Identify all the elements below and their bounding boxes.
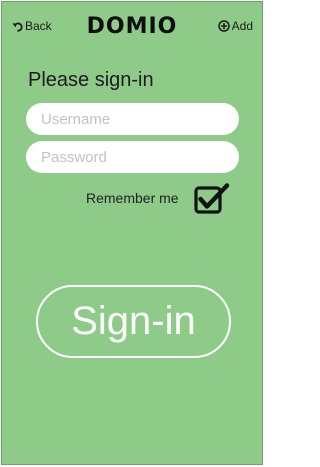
remember-me-label: Remember me — [86, 190, 179, 206]
checkbox-checked-icon — [194, 183, 230, 214]
sign-in-button[interactable]: Sign-in — [36, 285, 231, 358]
login-screen: Back DOMIO Add Please sign-in Remember m… — [1, 1, 263, 465]
add-label: Add — [231, 19, 253, 33]
username-input[interactable] — [26, 103, 239, 135]
plus-circle-icon — [217, 20, 230, 32]
remember-me-checkbox[interactable] — [194, 183, 230, 215]
add-button[interactable]: Add — [217, 19, 253, 33]
password-input[interactable] — [26, 141, 239, 173]
sign-in-heading: Please sign-in — [28, 69, 154, 91]
